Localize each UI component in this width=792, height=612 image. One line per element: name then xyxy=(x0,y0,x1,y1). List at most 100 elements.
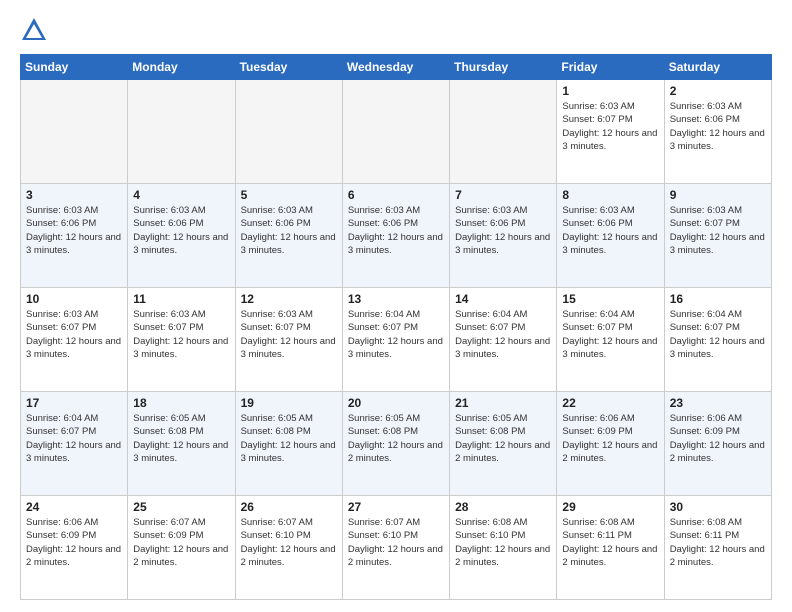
calendar-cell: 22Sunrise: 6:06 AMSunset: 6:09 PMDayligh… xyxy=(557,392,664,496)
day-number: 8 xyxy=(562,188,658,202)
day-info: Sunrise: 6:06 AMSunset: 6:09 PMDaylight:… xyxy=(670,412,766,465)
calendar-cell xyxy=(21,80,128,184)
calendar-cell: 13 Sunrise: 6:04 AMSunset: 6:07 PMDayligh… xyxy=(342,288,449,392)
header xyxy=(20,16,772,44)
weekday-header-row: SundayMondayTuesdayWednesdayThursdayFrid… xyxy=(21,55,772,80)
day-info: Sunrise: 6:05 AMSunset: 6:08 PMDaylight:… xyxy=(348,412,444,465)
day-info: Sunrise: 6:04 AMSunset: 6:07 PMDaylight:… xyxy=(348,308,444,361)
calendar-cell: 8 Sunrise: 6:03 AMSunset: 6:06 PMDaylight… xyxy=(557,184,664,288)
day-number: 18 xyxy=(133,396,229,410)
day-number: 5 xyxy=(241,188,337,202)
day-info: Sunrise: 6:08 AMSunset: 6:11 PMDaylight:… xyxy=(562,516,658,569)
week-row-2: 3 Sunrise: 6:03 AMSunset: 6:06 PMDaylight… xyxy=(21,184,772,288)
day-number: 15 xyxy=(562,292,658,306)
day-info: Sunrise: 6:03 AMSunset: 6:07 PMDaylight:… xyxy=(562,100,658,153)
calendar-cell xyxy=(128,80,235,184)
calendar-cell: 1 Sunrise: 6:03 AMSunset: 6:07 PMDaylight… xyxy=(557,80,664,184)
week-row-4: 17 Sunrise: 6:04 AMSunset: 6:07 PMDayligh… xyxy=(21,392,772,496)
day-info: Sunrise: 6:08 AMSunset: 6:10 PMDaylight:… xyxy=(455,516,551,569)
calendar: SundayMondayTuesdayWednesdayThursdayFrid… xyxy=(20,54,772,600)
day-info: Sunrise: 6:08 AMSunset: 6:11 PMDaylight:… xyxy=(670,516,766,569)
day-number: 12 xyxy=(241,292,337,306)
day-info: Sunrise: 6:05 AMSunset: 6:08 PMDaylight:… xyxy=(455,412,551,465)
logo xyxy=(20,16,52,44)
day-number: 3 xyxy=(26,188,122,202)
day-number: 19 xyxy=(241,396,337,410)
calendar-cell: 5 Sunrise: 6:03 AMSunset: 6:06 PMDaylight… xyxy=(235,184,342,288)
calendar-cell: 2Sunrise: 6:03 AMSunset: 6:06 PMDaylight… xyxy=(664,80,771,184)
day-number: 30 xyxy=(670,500,766,514)
calendar-cell: 11 Sunrise: 6:03 AMSunset: 6:07 PMDayligh… xyxy=(128,288,235,392)
logo-icon xyxy=(20,16,48,44)
day-info: Sunrise: 6:03 AMSunset: 6:06 PMDaylight:… xyxy=(241,204,337,257)
day-info: Sunrise: 6:04 AMSunset: 6:07 PMDaylight:… xyxy=(26,412,122,465)
day-info: Sunrise: 6:03 AMSunset: 6:06 PMDaylight:… xyxy=(455,204,551,257)
calendar-cell: 21 Sunrise: 6:05 AMSunset: 6:08 PMDayligh… xyxy=(450,392,557,496)
day-info: Sunrise: 6:04 AMSunset: 6:07 PMDaylight:… xyxy=(455,308,551,361)
day-info: Sunrise: 6:07 AMSunset: 6:10 PMDaylight:… xyxy=(241,516,337,569)
calendar-cell: 23 Sunrise: 6:06 AMSunset: 6:09 PMDayligh… xyxy=(664,392,771,496)
day-info: Sunrise: 6:07 AMSunset: 6:09 PMDaylight:… xyxy=(133,516,229,569)
day-info: Sunrise: 6:03 AMSunset: 6:06 PMDaylight:… xyxy=(562,204,658,257)
week-row-3: 10Sunrise: 6:03 AMSunset: 6:07 PMDayligh… xyxy=(21,288,772,392)
day-number: 4 xyxy=(133,188,229,202)
calendar-cell: 6 Sunrise: 6:03 AMSunset: 6:06 PMDaylight… xyxy=(342,184,449,288)
day-info: Sunrise: 6:03 AMSunset: 6:06 PMDaylight:… xyxy=(348,204,444,257)
day-info: Sunrise: 6:06 AMSunset: 6:09 PMDaylight:… xyxy=(562,412,658,465)
calendar-cell: 12Sunrise: 6:03 AMSunset: 6:07 PMDayligh… xyxy=(235,288,342,392)
day-number: 7 xyxy=(455,188,551,202)
calendar-cell: 16 Sunrise: 6:04 AMSunset: 6:07 PMDayligh… xyxy=(664,288,771,392)
weekday-header-tuesday: Tuesday xyxy=(235,55,342,80)
calendar-cell: 29 Sunrise: 6:08 AMSunset: 6:11 PMDayligh… xyxy=(557,496,664,600)
calendar-cell: 14 Sunrise: 6:04 AMSunset: 6:07 PMDayligh… xyxy=(450,288,557,392)
day-number: 20 xyxy=(348,396,444,410)
day-number: 1 xyxy=(562,84,658,98)
calendar-cell: 26 Sunrise: 6:07 AMSunset: 6:10 PMDayligh… xyxy=(235,496,342,600)
weekday-header-friday: Friday xyxy=(557,55,664,80)
day-info: Sunrise: 6:06 AMSunset: 6:09 PMDaylight:… xyxy=(26,516,122,569)
weekday-header-sunday: Sunday xyxy=(21,55,128,80)
day-number: 2 xyxy=(670,84,766,98)
calendar-cell xyxy=(235,80,342,184)
day-number: 11 xyxy=(133,292,229,306)
day-number: 16 xyxy=(670,292,766,306)
day-number: 25 xyxy=(133,500,229,514)
day-number: 13 xyxy=(348,292,444,306)
day-number: 27 xyxy=(348,500,444,514)
day-number: 26 xyxy=(241,500,337,514)
day-number: 14 xyxy=(455,292,551,306)
day-number: 21 xyxy=(455,396,551,410)
day-info: Sunrise: 6:04 AMSunset: 6:07 PMDaylight:… xyxy=(670,308,766,361)
day-info: Sunrise: 6:04 AMSunset: 6:07 PMDaylight:… xyxy=(562,308,658,361)
page: SundayMondayTuesdayWednesdayThursdayFrid… xyxy=(0,0,792,612)
calendar-cell: 27Sunrise: 6:07 AMSunset: 6:10 PMDayligh… xyxy=(342,496,449,600)
calendar-cell: 3 Sunrise: 6:03 AMSunset: 6:06 PMDaylight… xyxy=(21,184,128,288)
week-row-1: 1 Sunrise: 6:03 AMSunset: 6:07 PMDaylight… xyxy=(21,80,772,184)
day-number: 9 xyxy=(670,188,766,202)
calendar-cell: 7 Sunrise: 6:03 AMSunset: 6:06 PMDaylight… xyxy=(450,184,557,288)
day-info: Sunrise: 6:03 AMSunset: 6:06 PMDaylight:… xyxy=(133,204,229,257)
weekday-header-saturday: Saturday xyxy=(664,55,771,80)
day-number: 17 xyxy=(26,396,122,410)
calendar-cell: 9 Sunrise: 6:03 AMSunset: 6:07 PMDaylight… xyxy=(664,184,771,288)
day-info: Sunrise: 6:03 AMSunset: 6:07 PMDaylight:… xyxy=(26,308,122,361)
calendar-cell: 18Sunrise: 6:05 AMSunset: 6:08 PMDayligh… xyxy=(128,392,235,496)
calendar-cell: 10Sunrise: 6:03 AMSunset: 6:07 PMDayligh… xyxy=(21,288,128,392)
calendar-cell: 25 Sunrise: 6:07 AMSunset: 6:09 PMDayligh… xyxy=(128,496,235,600)
calendar-cell: 20 Sunrise: 6:05 AMSunset: 6:08 PMDayligh… xyxy=(342,392,449,496)
calendar-cell: 28 Sunrise: 6:08 AMSunset: 6:10 PMDayligh… xyxy=(450,496,557,600)
day-number: 23 xyxy=(670,396,766,410)
weekday-header-thursday: Thursday xyxy=(450,55,557,80)
day-info: Sunrise: 6:03 AMSunset: 6:06 PMDaylight:… xyxy=(26,204,122,257)
day-info: Sunrise: 6:03 AMSunset: 6:07 PMDaylight:… xyxy=(133,308,229,361)
calendar-cell: 19 Sunrise: 6:05 AMSunset: 6:08 PMDayligh… xyxy=(235,392,342,496)
day-info: Sunrise: 6:05 AMSunset: 6:08 PMDaylight:… xyxy=(241,412,337,465)
day-number: 29 xyxy=(562,500,658,514)
week-row-5: 24 Sunrise: 6:06 AMSunset: 6:09 PMDayligh… xyxy=(21,496,772,600)
weekday-header-wednesday: Wednesday xyxy=(342,55,449,80)
day-number: 28 xyxy=(455,500,551,514)
day-info: Sunrise: 6:03 AMSunset: 6:07 PMDaylight:… xyxy=(670,204,766,257)
calendar-cell xyxy=(342,80,449,184)
day-number: 6 xyxy=(348,188,444,202)
day-number: 24 xyxy=(26,500,122,514)
